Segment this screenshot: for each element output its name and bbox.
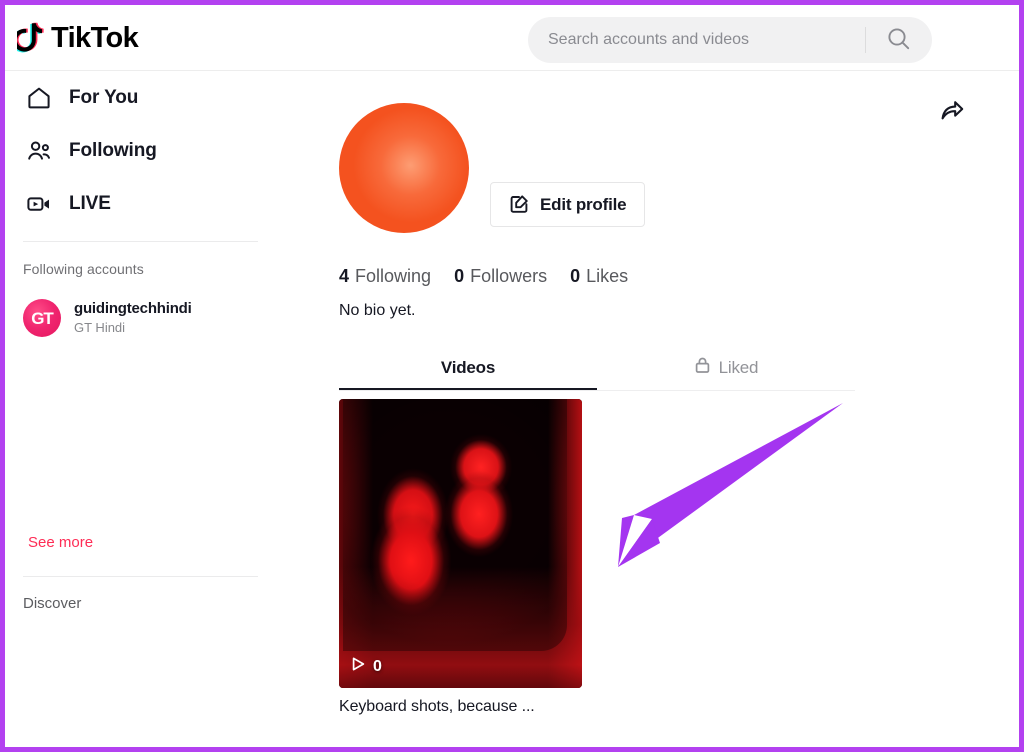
video-caption: Keyboard shots, because ... xyxy=(339,698,535,715)
sidebar-item-for-you[interactable]: For You xyxy=(18,71,280,124)
sidebar-label-live: LIVE xyxy=(69,192,111,214)
tiktok-profile-window: TikTok For You Following LIVE Following … xyxy=(0,0,1024,752)
search-bar[interactable] xyxy=(528,17,932,63)
tab-liked-label: Liked xyxy=(718,357,759,377)
stat-followers-label: Followers xyxy=(470,266,548,286)
home-icon xyxy=(23,82,55,114)
stat-likes[interactable]: 0 Likes xyxy=(570,266,628,287)
tab-videos-label: Videos xyxy=(440,357,496,377)
left-sidebar: For You Following LIVE Following account… xyxy=(5,71,280,747)
stat-following-count: 4 xyxy=(339,266,350,286)
avatar-initials: GT xyxy=(31,308,54,328)
share-button[interactable] xyxy=(934,93,970,129)
search-input[interactable] xyxy=(528,17,865,63)
sidebar-label-following: Following xyxy=(69,139,157,161)
top-header: TikTok xyxy=(5,5,1019,71)
sidebar-label-for-you: For You xyxy=(69,86,139,108)
profile-stats: 4 Following 0 Followers 0 Likes xyxy=(280,233,1019,287)
tiktok-logo[interactable]: TikTok xyxy=(11,17,139,59)
lock-icon xyxy=(694,356,711,379)
profile-avatar[interactable] xyxy=(339,103,469,233)
tiktok-wordmark: TikTok xyxy=(51,21,139,54)
video-play-count: 0 xyxy=(351,656,382,677)
sidebar-divider-discover xyxy=(23,576,258,577)
list-item[interactable]: GT guidingtechhindi GT Hindi xyxy=(18,277,280,337)
stat-likes-label: Likes xyxy=(586,266,629,286)
stat-following[interactable]: 4 Following xyxy=(339,266,431,287)
tab-active-underline xyxy=(339,388,597,390)
stat-followers[interactable]: 0 Followers xyxy=(454,266,547,287)
discover-heading: Discover xyxy=(23,595,82,612)
edit-profile-label: Edit profile xyxy=(540,194,627,214)
see-more-link[interactable]: See more xyxy=(23,534,93,551)
brand-name-text: TikTok xyxy=(51,21,139,54)
video-play-count-value: 0 xyxy=(373,657,382,675)
video-card[interactable]: 0 Keyboard shots, because ... xyxy=(339,399,582,716)
video-thumbnail-art xyxy=(339,399,582,688)
people-icon xyxy=(23,135,55,167)
sidebar-item-following[interactable]: Following xyxy=(18,124,280,177)
search-button[interactable] xyxy=(866,17,932,63)
tiktok-note-icon xyxy=(11,21,47,55)
sidebar-item-live[interactable]: LIVE xyxy=(18,177,280,230)
stat-followers-count: 0 xyxy=(454,266,465,286)
profile-main: Edit profile 4 Following 0 Followers 0 L… xyxy=(280,71,1019,747)
stat-following-label: Following xyxy=(355,266,432,286)
account-username: guidingtechhindi xyxy=(74,300,192,317)
account-names: guidingtechhindi GT Hindi xyxy=(74,300,192,336)
edit-profile-button[interactable]: Edit profile xyxy=(490,182,646,227)
live-video-icon xyxy=(23,188,55,220)
play-triangle-icon xyxy=(351,656,366,677)
stat-likes-count: 0 xyxy=(570,266,581,286)
search-icon xyxy=(886,26,912,55)
profile-tabs: Videos Liked xyxy=(339,346,855,391)
tab-videos[interactable]: Videos xyxy=(339,346,597,389)
profile-bio: No bio yet. xyxy=(339,302,416,319)
video-thumbnail[interactable]: 0 xyxy=(339,399,582,688)
share-arrow-icon xyxy=(939,97,965,126)
profile-header: Edit profile xyxy=(280,71,1019,233)
edit-pencil-icon xyxy=(509,193,530,217)
avatar: GT xyxy=(23,299,61,337)
following-accounts-heading: Following accounts xyxy=(23,261,144,277)
account-nickname: GT Hindi xyxy=(74,319,126,335)
video-grid: 0 Keyboard shots, because ... xyxy=(339,399,1019,716)
tab-liked[interactable]: Liked xyxy=(597,346,855,389)
